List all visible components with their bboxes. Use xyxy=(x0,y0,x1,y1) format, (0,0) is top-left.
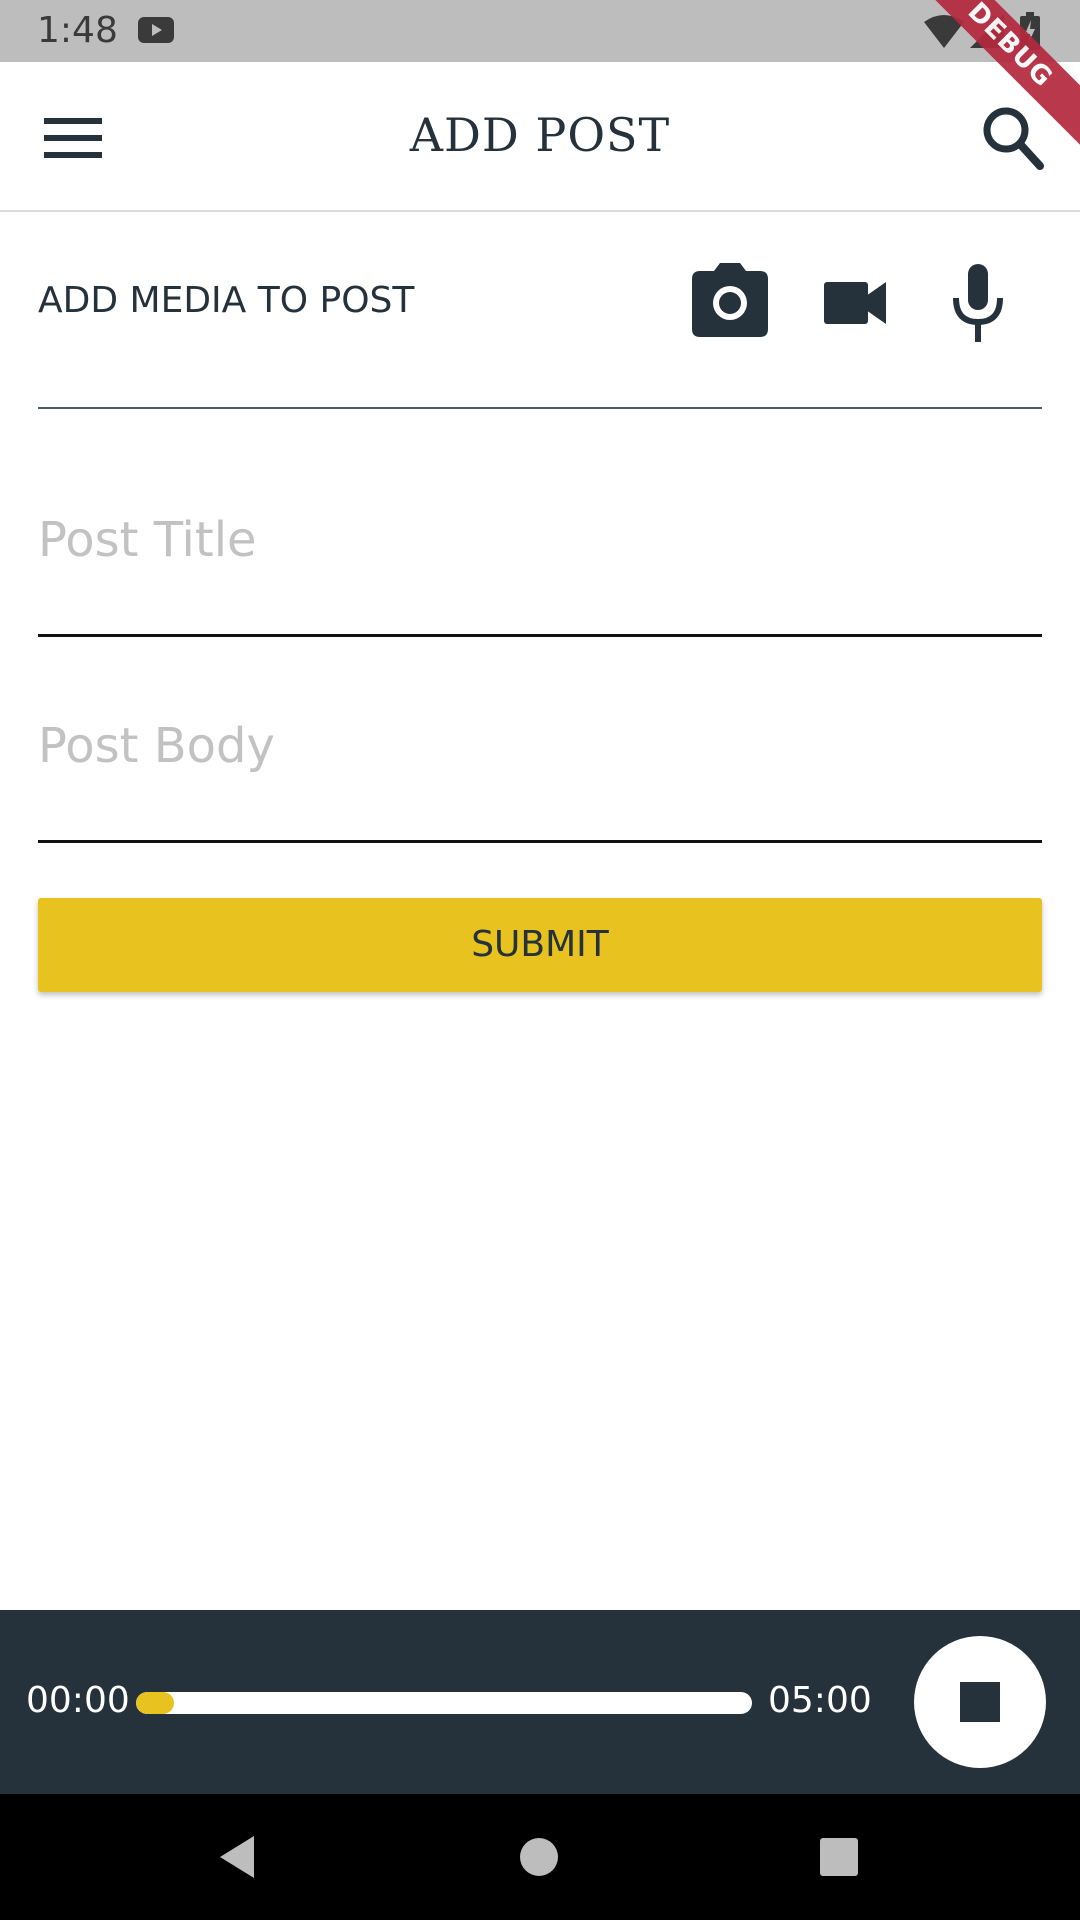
post-title-input[interactable] xyxy=(38,512,1042,568)
status-time: 1:48 xyxy=(37,10,118,51)
add-media-row: ADD MEDIA TO POST xyxy=(38,258,1042,348)
submit-button[interactable]: SUBMIT xyxy=(38,898,1042,992)
post-body-underline xyxy=(38,840,1042,843)
progress-fill xyxy=(136,1692,174,1714)
video-camera-icon[interactable] xyxy=(820,258,890,348)
camera-icon[interactable] xyxy=(692,258,768,348)
total-time: 05:00 xyxy=(768,1680,872,1721)
current-time: 00:00 xyxy=(26,1680,130,1721)
screen: 1:48 DEBUG ADD POST ADD MEDIA TO POST Po… xyxy=(0,0,1080,1920)
youtube-icon xyxy=(138,17,174,43)
navigation-bar xyxy=(0,1794,1080,1920)
add-media-label: ADD MEDIA TO POST xyxy=(38,280,415,321)
post-body-input[interactable] xyxy=(38,718,1042,774)
media-divider xyxy=(38,407,1042,409)
search-icon[interactable] xyxy=(980,102,1046,174)
recent-apps-icon[interactable] xyxy=(814,1832,864,1882)
audio-player: 00:00 05:00 xyxy=(0,1610,1080,1794)
microphone-icon[interactable] xyxy=(946,258,1010,348)
page-title: ADD POST xyxy=(409,108,671,162)
post-body-field xyxy=(38,718,1042,774)
app-bar: ADD POST xyxy=(0,62,1080,212)
back-icon[interactable] xyxy=(214,1832,264,1882)
status-bar: 1:48 xyxy=(0,0,1080,62)
stop-button[interactable] xyxy=(914,1636,1046,1768)
post-title-underline xyxy=(38,634,1042,637)
post-title-field xyxy=(38,512,1042,568)
progress-slider[interactable] xyxy=(136,1692,752,1714)
home-icon[interactable] xyxy=(514,1832,564,1882)
stop-icon xyxy=(960,1682,1000,1722)
